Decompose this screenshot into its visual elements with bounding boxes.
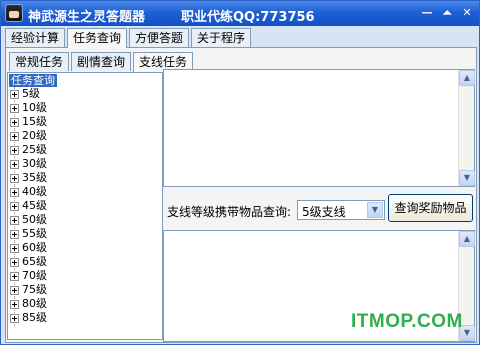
- tree-item-label: 10级: [22, 101, 47, 114]
- window-title: 神武源生之灵答题器: [28, 10, 146, 25]
- tree-item-label: 70级: [22, 269, 47, 282]
- main-tabs: 经验计算 任务查询 方便答题 关于程序: [5, 28, 253, 48]
- close-icon[interactable]: ✕: [461, 7, 473, 19]
- result-text-top[interactable]: ▲ ▼: [163, 69, 475, 187]
- tree-item-label: 85级: [22, 311, 47, 324]
- expand-icon[interactable]: [10, 117, 19, 127]
- tree-item-label: 80级: [22, 297, 47, 310]
- expand-icon[interactable]: [10, 257, 19, 267]
- tree-item[interactable]: 70级: [10, 269, 47, 283]
- tree-item[interactable]: 40级: [10, 185, 47, 199]
- tree-item[interactable]: 15级: [10, 115, 47, 129]
- restore-icon[interactable]: ⏶: [441, 7, 453, 19]
- tree-item-label: 25级: [22, 143, 47, 156]
- scroll-up-icon[interactable]: ▲: [459, 231, 475, 247]
- tree-item-label: 45级: [22, 199, 47, 212]
- tree-item[interactable]: 30级: [10, 157, 47, 171]
- tree-root[interactable]: 任务查询: [9, 74, 57, 87]
- tree-item-label: 15级: [22, 115, 47, 128]
- tree-item-label: 60级: [22, 241, 47, 254]
- app-window: 神武源生之灵答题器 职业代练QQ:773756 — ⏶ ✕ 经验计算 任务查询 …: [0, 0, 480, 345]
- query-label: 支线等级携带物品查询:: [167, 205, 292, 219]
- tree-item-label: 35级: [22, 171, 47, 184]
- expand-icon[interactable]: [10, 243, 19, 253]
- expand-icon[interactable]: [10, 201, 19, 211]
- tree-item-label: 65级: [22, 255, 47, 268]
- scroll-up-icon[interactable]: ▲: [459, 70, 475, 86]
- tree-item-label: 55级: [22, 227, 47, 240]
- expand-icon[interactable]: [10, 285, 19, 295]
- expand-icon[interactable]: [10, 159, 19, 169]
- expand-icon[interactable]: [10, 173, 19, 183]
- tree-item[interactable]: 85级: [10, 311, 47, 325]
- tree-item[interactable]: 35级: [10, 171, 47, 185]
- tree-item-label: 40级: [22, 185, 47, 198]
- watermark: ITMOP.COM: [351, 311, 463, 332]
- tree-item[interactable]: 55级: [10, 227, 47, 241]
- tab-experience[interactable]: 经验计算: [5, 28, 66, 47]
- level-select[interactable]: 5级支线 ▼: [297, 200, 385, 220]
- tree-item-label: 75级: [22, 283, 47, 296]
- expand-icon[interactable]: [10, 89, 19, 99]
- tree-item[interactable]: 80级: [10, 297, 47, 311]
- tree-item[interactable]: 50级: [10, 213, 47, 227]
- tree-item-label: 5级: [22, 87, 40, 100]
- title-bar[interactable]: 神武源生之灵答题器 职业代练QQ:773756 — ⏶ ✕: [1, 1, 479, 26]
- tree-item[interactable]: 5级: [10, 87, 40, 101]
- tree-item-label: 50级: [22, 213, 47, 226]
- expand-icon[interactable]: [10, 229, 19, 239]
- tree-item-label: 20级: [22, 129, 47, 142]
- tab-about[interactable]: 关于程序: [191, 28, 252, 47]
- tree-item[interactable]: 45级: [10, 199, 47, 213]
- tree-item[interactable]: 65级: [10, 255, 47, 269]
- contact-info: 职业代练QQ:773756: [181, 10, 315, 25]
- app-icon: [5, 4, 23, 22]
- scroll-down-icon[interactable]: ▼: [459, 170, 475, 186]
- scrollbar[interactable]: ▲ ▼: [458, 70, 475, 186]
- expand-icon[interactable]: [10, 187, 19, 197]
- expand-icon[interactable]: [10, 103, 19, 113]
- tree-item[interactable]: 60级: [10, 241, 47, 255]
- select-value: 5级支线: [302, 205, 346, 219]
- expand-icon[interactable]: [10, 271, 19, 281]
- expand-icon[interactable]: [10, 145, 19, 155]
- query-reward-button[interactable]: 查询奖励物品: [388, 194, 473, 222]
- expand-icon[interactable]: [10, 313, 19, 323]
- expand-icon[interactable]: [10, 131, 19, 141]
- tree-item-label: 30级: [22, 157, 47, 170]
- tree-item[interactable]: 10级: [10, 101, 47, 115]
- tree-item[interactable]: 20级: [10, 129, 47, 143]
- expand-icon[interactable]: [10, 299, 19, 309]
- tree-item[interactable]: 25级: [10, 143, 47, 157]
- tree-item[interactable]: 75级: [10, 283, 47, 297]
- task-tree[interactable]: 任务查询 5级 10级 15级 20级 25级 30级 35级 40级 45级 50级 55级 60级…: [7, 72, 163, 340]
- subtab-regular[interactable]: 常规任务: [9, 52, 70, 71]
- chevron-down-icon[interactable]: ▼: [367, 202, 383, 218]
- expand-icon[interactable]: [10, 215, 19, 225]
- tab-task-query[interactable]: 任务查询: [67, 28, 128, 48]
- minimize-icon[interactable]: —: [421, 7, 433, 19]
- subtab-story[interactable]: 剧情查询: [71, 52, 132, 71]
- tab-quick-answer[interactable]: 方便答题: [129, 28, 190, 47]
